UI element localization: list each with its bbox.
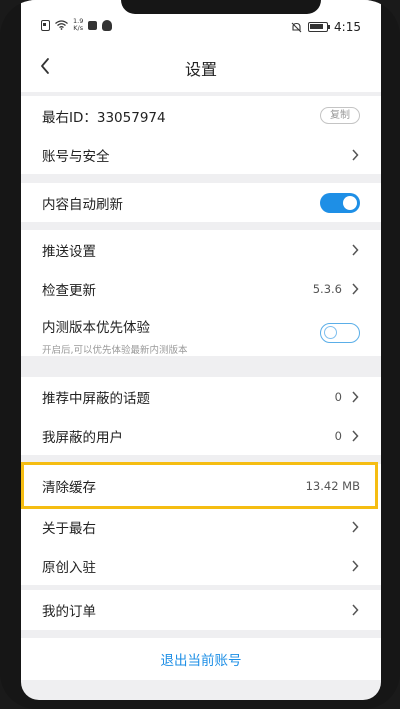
blocked-topics-count: 0	[334, 389, 342, 404]
nav-header: 设置	[21, 40, 381, 92]
screen: 1.9 K/s 4:15 设置 最右ID：33057974 复制 账号与安全 内…	[21, 0, 381, 700]
beta-toggle[interactable]	[320, 323, 360, 343]
qq-notification-icon	[102, 19, 113, 31]
beta-label: 内测版本优先体验	[42, 320, 150, 336]
blocked-topics-row[interactable]: 推荐中屏蔽的话题 0	[21, 377, 381, 416]
account-security-row[interactable]: 账号与安全	[21, 135, 381, 174]
misc-section: 清除缓存 13.42 MB 关于最右 原创入驻	[21, 464, 381, 585]
block-section: 推荐中屏蔽的话题 0 我屏蔽的用户 0	[21, 377, 381, 455]
check-update-label: 检查更新	[42, 282, 96, 299]
check-update-row[interactable]: 检查更新 5.3.6	[21, 269, 381, 308]
user-id-label: 最右ID：33057974	[42, 109, 166, 126]
copy-id-button[interactable]: 复制	[320, 107, 360, 124]
net-speed: 1.9 K/s	[73, 18, 83, 32]
clear-cache-row[interactable]: 清除缓存 13.42 MB	[21, 464, 381, 507]
push-settings-row[interactable]: 推送设置	[21, 230, 381, 269]
camera-notch	[121, 0, 321, 14]
chevron-right-icon	[350, 243, 360, 257]
orders-section: 我的订单	[21, 590, 381, 630]
auto-refresh-label: 内容自动刷新	[42, 196, 123, 213]
auto-refresh-row: 内容自动刷新	[21, 183, 381, 222]
about-row[interactable]: 关于最右	[21, 507, 381, 546]
chevron-right-icon	[350, 559, 360, 573]
beta-row: 内测版本优先体验 开启后,可以优先体验最新内测版本	[21, 308, 381, 356]
cache-size-value: 13.42 MB	[305, 478, 360, 493]
chevron-right-icon	[350, 282, 360, 296]
push-settings-label: 推送设置	[42, 243, 96, 260]
blocked-users-count: 0	[334, 428, 342, 443]
sim-card-icon	[41, 19, 50, 31]
account-section: 最右ID：33057974 复制 账号与安全	[21, 96, 381, 174]
notification-app-icon	[88, 20, 98, 30]
blocked-topics-label: 推荐中屏蔽的话题	[42, 390, 150, 407]
blocked-users-row[interactable]: 我屏蔽的用户 0	[21, 416, 381, 455]
about-label: 关于最右	[42, 520, 96, 537]
bell-muted-icon	[291, 22, 302, 32]
chevron-right-icon	[350, 603, 360, 617]
chevron-right-icon	[350, 520, 360, 534]
creator-row[interactable]: 原创入驻	[21, 546, 381, 585]
user-id-row: 最右ID：33057974 复制	[21, 96, 381, 135]
battery-icon	[308, 22, 331, 32]
logout-row: 退出当前账号	[21, 638, 381, 680]
version-value: 5.3.6	[312, 281, 342, 296]
my-orders-row[interactable]: 我的订单	[21, 590, 381, 630]
wifi-icon	[55, 20, 68, 30]
net-speed-unit: K/s	[73, 24, 84, 32]
creator-label: 原创入驻	[42, 559, 96, 576]
chevron-right-icon	[350, 148, 360, 162]
status-time: 4:15	[334, 20, 361, 34]
auto-refresh-toggle[interactable]	[320, 192, 360, 213]
my-orders-label: 我的订单	[42, 604, 96, 620]
page-title: 设置	[184, 60, 217, 79]
clear-cache-label: 清除缓存	[42, 479, 96, 496]
chevron-right-icon	[350, 390, 360, 404]
app-section: 推送设置 检查更新 5.3.6 内测版本优先体验 开启后,可以优先体验最新内测版…	[21, 230, 381, 356]
account-security-label: 账号与安全	[42, 148, 110, 165]
blocked-users-label: 我屏蔽的用户	[42, 429, 123, 446]
phone-frame: 1.9 K/s 4:15 设置 最右ID：33057974 复制 账号与安全 内…	[0, 0, 400, 709]
logout-button[interactable]: 退出当前账号	[161, 649, 242, 669]
beta-description: 开启后,可以优先体验最新内测版本	[42, 345, 188, 356]
content-section: 内容自动刷新	[21, 183, 381, 222]
chevron-right-icon	[350, 429, 360, 443]
